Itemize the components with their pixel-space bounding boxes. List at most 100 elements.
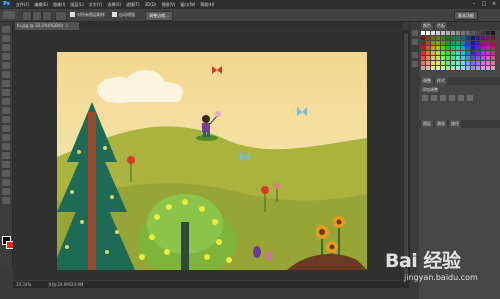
color-swatch[interactable]	[421, 31, 425, 35]
color-swatch[interactable]	[421, 61, 425, 65]
color-swatch[interactable]	[421, 36, 425, 40]
path-select-tool-icon[interactable]	[2, 170, 10, 177]
color-swatch[interactable]	[466, 31, 470, 35]
color-swatch[interactable]	[446, 46, 450, 50]
tab-swatches[interactable]: 色板	[435, 22, 447, 30]
color-swatch[interactable]	[476, 56, 480, 60]
menu-window[interactable]: 窗口(W)	[180, 0, 195, 9]
color-swatch[interactable]	[456, 36, 460, 40]
color-swatch[interactable]	[431, 51, 435, 55]
color-swatch[interactable]	[486, 41, 490, 45]
tab-color[interactable]: 颜色	[421, 22, 433, 30]
workspace-switcher-button[interactable]: 基本功能	[454, 11, 478, 20]
menu-view[interactable]: 视图(V)	[161, 0, 175, 9]
color-swatch[interactable]	[486, 46, 490, 50]
color-swatch[interactable]	[481, 41, 485, 45]
color-swatch[interactable]	[451, 41, 455, 45]
lasso-tool-icon[interactable]	[2, 44, 10, 51]
color-swatch[interactable]	[446, 41, 450, 45]
info-icon[interactable]	[412, 61, 418, 67]
document-tab[interactable]: fu.jpg @ 33.3%(RGB/8) ×	[15, 22, 79, 30]
brush-picker-icon[interactable]	[55, 11, 67, 21]
color-swatch[interactable]	[491, 61, 495, 65]
exposure-icon[interactable]	[449, 95, 455, 101]
document-canvas[interactable]	[57, 52, 367, 270]
color-swatch[interactable]	[431, 66, 435, 70]
color-swatch[interactable]	[471, 46, 475, 50]
maximize-button[interactable]: □	[480, 1, 488, 7]
crop-tool-icon[interactable]	[2, 62, 10, 69]
color-swatch[interactable]	[476, 61, 480, 65]
subtract-selection-icon[interactable]	[42, 11, 52, 21]
color-swatch[interactable]	[471, 31, 475, 35]
color-swatch[interactable]	[471, 36, 475, 40]
color-swatch[interactable]	[421, 66, 425, 70]
color-swatch[interactable]	[431, 36, 435, 40]
sample-all-checkbox[interactable]	[70, 12, 75, 17]
curves-icon[interactable]	[440, 95, 446, 101]
color-swatch[interactable]	[491, 66, 495, 70]
menu-image[interactable]: 图像(I)	[53, 0, 65, 9]
color-swatch[interactable]	[481, 31, 485, 35]
menu-filter[interactable]: 滤镜(T)	[126, 0, 140, 9]
color-swatch[interactable]	[431, 41, 435, 45]
history-brush-tool-icon[interactable]	[2, 107, 10, 114]
color-swatch[interactable]	[471, 61, 475, 65]
color-swatch[interactable]	[456, 66, 460, 70]
color-swatch[interactable]	[456, 61, 460, 65]
color-swatch[interactable]	[426, 56, 430, 60]
color-swatch[interactable]	[461, 36, 465, 40]
color-swatch[interactable]	[461, 31, 465, 35]
color-swatch[interactable]	[461, 51, 465, 55]
color-swatch[interactable]	[426, 36, 430, 40]
eyedropper-tool-icon[interactable]	[2, 71, 10, 78]
refine-edge-button[interactable]: 调整边缘...	[145, 11, 173, 21]
tab-adjustments[interactable]: 调整	[421, 77, 433, 85]
color-swatch[interactable]	[466, 36, 470, 40]
color-swatch[interactable]	[431, 61, 435, 65]
color-swatch[interactable]	[451, 66, 455, 70]
color-swatch[interactable]	[476, 31, 480, 35]
brightness-icon[interactable]	[422, 95, 428, 101]
color-swatch[interactable]	[451, 56, 455, 60]
color-swatch[interactable]	[456, 56, 460, 60]
close-window-button[interactable]: ×	[490, 1, 498, 7]
color-swatch[interactable]	[481, 46, 485, 50]
healing-tool-icon[interactable]	[2, 80, 10, 87]
quick-selection-tool-icon[interactable]	[3, 11, 15, 19]
color-swatch[interactable]	[446, 61, 450, 65]
color-swatch[interactable]	[441, 36, 445, 40]
color-swatch[interactable]	[446, 66, 450, 70]
scrollbar-thumb[interactable]	[404, 34, 408, 274]
color-swatch[interactable]	[481, 36, 485, 40]
gradient-tool-icon[interactable]	[2, 125, 10, 132]
color-swatch[interactable]	[441, 41, 445, 45]
color-swatch[interactable]	[436, 66, 440, 70]
color-swatch[interactable]	[436, 36, 440, 40]
pen-tool-icon[interactable]	[2, 152, 10, 159]
color-swatch[interactable]	[461, 66, 465, 70]
hue-saturation-icon[interactable]	[467, 95, 473, 101]
color-swatch[interactable]	[456, 51, 460, 55]
color-swatch[interactable]	[426, 31, 430, 35]
color-swatch[interactable]	[476, 51, 480, 55]
color-swatch[interactable]	[491, 41, 495, 45]
color-swatch[interactable]	[446, 31, 450, 35]
color-swatch[interactable]	[426, 61, 430, 65]
marquee-tool-icon[interactable]	[2, 35, 10, 42]
tab-layers[interactable]: 图层	[421, 120, 433, 128]
new-selection-icon[interactable]	[22, 11, 32, 21]
color-swatch[interactable]	[471, 56, 475, 60]
color-swatch[interactable]	[456, 31, 460, 35]
color-swatch[interactable]	[441, 56, 445, 60]
color-swatch[interactable]	[491, 36, 495, 40]
color-swatch[interactable]	[466, 66, 470, 70]
color-swatch[interactable]	[421, 51, 425, 55]
swatches-grid[interactable]	[421, 31, 498, 75]
minimize-button[interactable]: –	[470, 1, 478, 7]
color-swatch[interactable]	[481, 66, 485, 70]
canvas-workspace[interactable]	[13, 30, 403, 280]
color-swatch[interactable]	[471, 41, 475, 45]
color-swatch[interactable]	[421, 41, 425, 45]
color-swatch[interactable]	[446, 56, 450, 60]
